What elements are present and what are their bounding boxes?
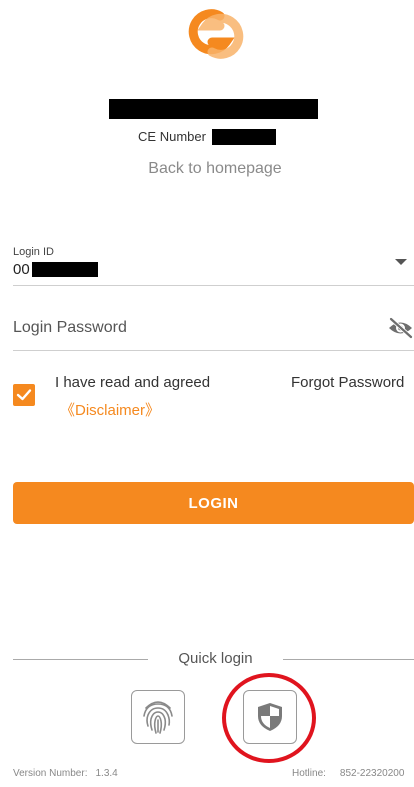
shield-icon	[258, 703, 282, 731]
hotline-info: Hotline: 852-22320200	[292, 768, 404, 779]
eye-off-icon[interactable]	[387, 317, 414, 339]
password-input[interactable]	[13, 316, 373, 340]
password-underline	[13, 350, 414, 351]
login-button[interactable]: LOGIN	[13, 482, 414, 524]
app-logo	[178, 8, 252, 60]
divider-right	[283, 659, 414, 660]
security-login-button[interactable]	[243, 690, 297, 744]
login-id-prefix: 00	[13, 260, 30, 278]
login-id-label: Login ID	[13, 246, 54, 258]
ce-number-redacted	[211, 128, 276, 145]
version-label: Version Number:	[13, 768, 88, 779]
chevron-down-icon[interactable]	[395, 259, 407, 265]
version-info: Version Number: 1.3.4	[13, 768, 118, 779]
fingerprint-login-button[interactable]	[131, 690, 185, 744]
quick-login-label: Quick login	[178, 650, 253, 667]
ce-number-label: CE Number	[138, 129, 206, 145]
agree-checkbox[interactable]	[13, 384, 35, 406]
login-id-select[interactable]: 00	[13, 260, 98, 278]
fingerprint-icon	[143, 701, 173, 734]
company-name-redacted	[109, 99, 318, 119]
login-id-redacted	[31, 261, 98, 277]
ce-number-row: CE Number	[0, 128, 414, 145]
divider-left	[13, 659, 148, 660]
hotline-value: 852-22320200	[339, 768, 405, 779]
hotline-label: Hotline:	[292, 768, 326, 779]
forgot-password-link[interactable]: Forgot Password	[291, 374, 404, 391]
agree-text: I have read and agreed	[55, 374, 211, 391]
disclaimer-link[interactable]: 《Disclaimer》	[60, 399, 160, 420]
version-value: 1.3.4	[95, 768, 118, 779]
login-id-underline	[13, 285, 414, 286]
check-icon	[16, 389, 32, 401]
back-to-homepage-link[interactable]: Back to homepage	[0, 160, 414, 178]
